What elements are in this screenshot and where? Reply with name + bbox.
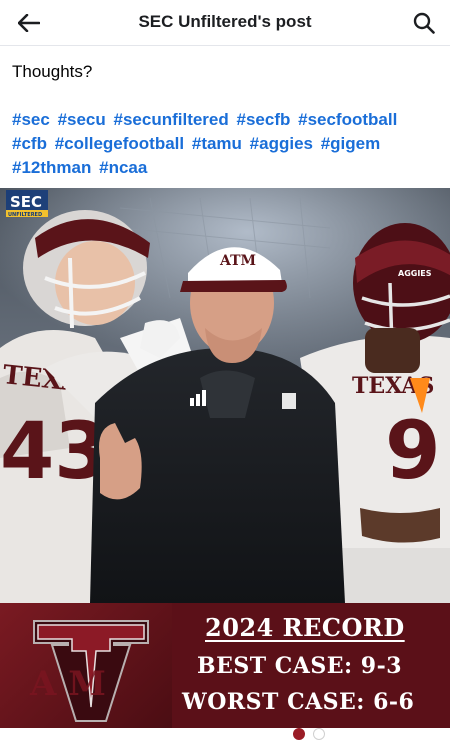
post-photo[interactable]: TEXAS A&M 43 TEXAS 9 xyxy=(0,188,450,603)
football-photo: TEXAS A&M 43 TEXAS 9 xyxy=(0,188,450,603)
hashtag-link[interactable]: #gigem xyxy=(321,134,381,153)
sec-unfiltered-watermark: SEC UNFILTERED xyxy=(6,190,48,218)
carousel-dot-active[interactable] xyxy=(313,728,325,740)
carousel-indicator xyxy=(0,726,450,742)
best-case-text: BEST CASE: 9-3 xyxy=(197,653,403,679)
atm-logo: A M xyxy=(29,620,149,722)
record-banner: A M 2024 RECORD BEST CASE: 9-3 WORST CAS… xyxy=(0,603,450,728)
hashtag-link[interactable]: #tamu xyxy=(192,134,242,153)
cap-logo: ATM xyxy=(219,253,256,269)
worst-case-text: WORST CASE: 6-6 xyxy=(182,689,415,715)
page-title: SEC Unfiltered's post xyxy=(138,12,312,31)
hashtag-link[interactable]: #collegefootball xyxy=(55,134,184,153)
arrow-left-icon xyxy=(18,14,40,32)
helmet-right-text: AGGIES xyxy=(398,269,432,278)
post-text: Thoughts? #sec #secu #secunfiltered #sec… xyxy=(12,60,432,180)
hashtag-link[interactable]: #secfootball xyxy=(298,110,397,129)
hashtag-link[interactable]: #cfb xyxy=(12,134,47,153)
top-bar: SEC Unfiltered's post xyxy=(0,0,450,46)
hashtag-link[interactable]: #ncaa xyxy=(99,158,147,177)
jersey-left-number: 43 xyxy=(0,407,109,497)
svg-text:SEC: SEC xyxy=(10,193,42,211)
jersey-right-number: 9 xyxy=(385,404,441,497)
hashtag-link[interactable]: #aggies xyxy=(250,134,313,153)
carousel-dot[interactable] xyxy=(293,728,305,740)
svg-text:UNFILTERED: UNFILTERED xyxy=(8,212,42,218)
hashtag-link[interactable]: #12thman xyxy=(12,158,91,177)
back-button[interactable] xyxy=(12,6,46,40)
search-icon xyxy=(413,12,435,34)
hashtag-list: #sec #secu #secunfiltered #secfb #secfoo… xyxy=(12,108,432,180)
hashtag-link[interactable]: #sec xyxy=(12,110,50,129)
hashtag-link[interactable]: #secfb xyxy=(237,110,291,129)
post-caption: Thoughts? xyxy=(12,62,93,81)
svg-text:A M: A M xyxy=(29,664,106,704)
record-title: 2024 RECORD xyxy=(205,613,405,642)
hashtag-link[interactable]: #secunfiltered xyxy=(114,110,229,129)
search-button[interactable] xyxy=(406,5,442,41)
hashtag-link[interactable]: #secu xyxy=(58,110,106,129)
